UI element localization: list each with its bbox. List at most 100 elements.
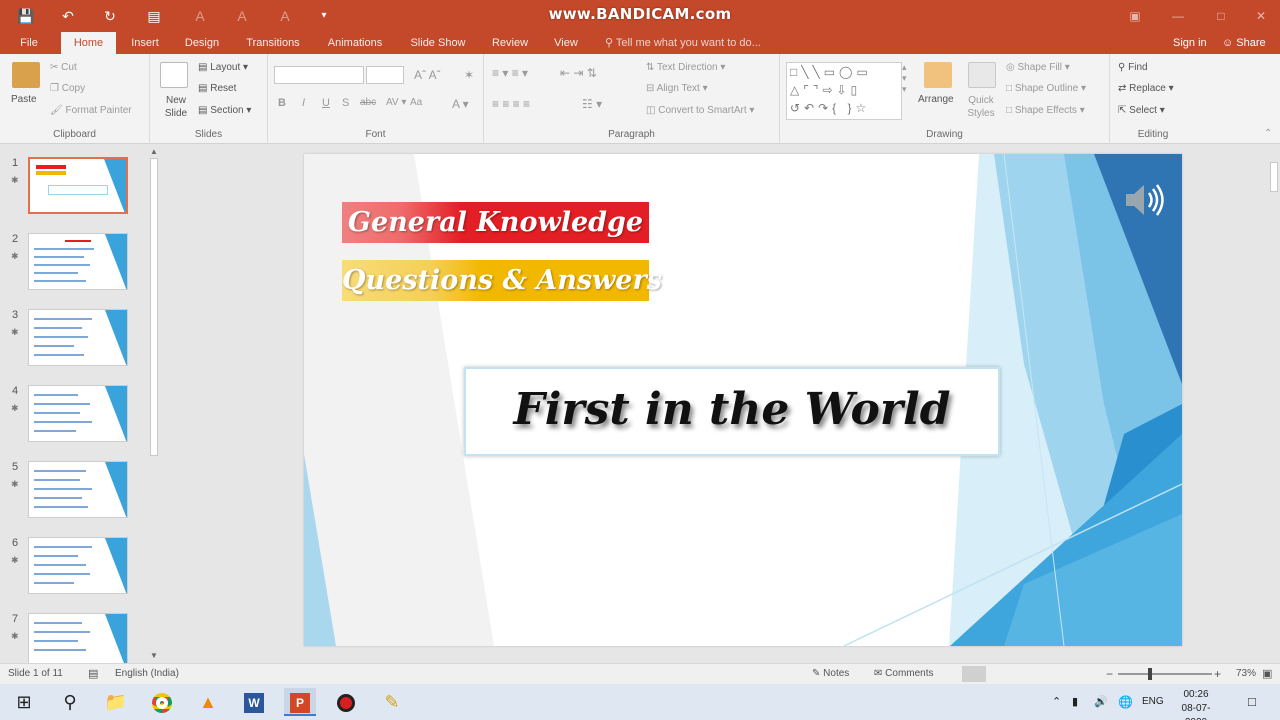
zoom-slider[interactable] xyxy=(1118,673,1212,675)
slide-thumbnail[interactable] xyxy=(28,537,128,594)
general-knowledge-banner[interactable]: General Knowledge xyxy=(342,202,649,243)
slide-thumbnail[interactable] xyxy=(28,233,128,290)
comments-button[interactable]: ✉ Comments xyxy=(874,664,934,684)
change-case-button[interactable]: Aa xyxy=(410,97,422,108)
undo-icon[interactable]: ↶ xyxy=(58,6,78,26)
shape-effects-button[interactable]: □ Shape Effects ▾ xyxy=(1006,105,1085,116)
cut-button[interactable]: ✂ Cut xyxy=(50,62,77,73)
shape-outline-button[interactable]: □ Shape Outline ▾ xyxy=(1006,83,1086,94)
align-text-button[interactable]: ⊟ Align Text ▾ xyxy=(646,83,708,94)
tab-review[interactable]: Review xyxy=(486,32,534,54)
italic-button[interactable]: I xyxy=(302,97,305,109)
battery-icon[interactable]: ▮ xyxy=(1072,684,1078,720)
fit-slide-icon[interactable]: ▣ xyxy=(1262,664,1272,684)
notes-button[interactable]: ✎ Notes xyxy=(812,664,849,684)
quick-styles-icon[interactable] xyxy=(968,62,996,88)
tab-slideshow[interactable]: Slide Show xyxy=(404,32,472,54)
bandicam-icon[interactable] xyxy=(330,688,362,716)
windows-start-icon[interactable]: ⊞ xyxy=(8,688,40,716)
tray-chevron-icon[interactable]: ⌃ xyxy=(1052,684,1061,720)
normal-view-button[interactable] xyxy=(962,666,986,682)
bold-button[interactable]: B xyxy=(278,97,286,109)
font-name-input[interactable] xyxy=(274,66,364,84)
slide-thumbnail[interactable] xyxy=(28,385,128,442)
share-button[interactable]: ☺ Share xyxy=(1222,32,1266,54)
vlc-icon[interactable]: ▲ xyxy=(192,688,224,716)
tab-view[interactable]: View xyxy=(546,32,586,54)
shapes-gallery[interactable]: □╲╲▭◯▭ △⌜⌝⇨⇩▯ ↺↶↷{ }☆ xyxy=(786,62,902,120)
scroll-down-icon[interactable]: ▼ xyxy=(148,650,160,662)
tool-icon[interactable]: ✎ xyxy=(376,688,408,716)
volume-icon[interactable]: 🔊 xyxy=(1094,684,1108,720)
collapse-ribbon-icon[interactable]: ⌃ xyxy=(1264,128,1272,139)
format-painter-button[interactable]: 🖌 Format Painter xyxy=(50,105,132,116)
new-slide-button[interactable]: New Slide xyxy=(160,94,192,120)
new-slide-icon[interactable] xyxy=(160,62,188,88)
tab-insert[interactable]: Insert xyxy=(124,32,166,54)
powerpoint-icon[interactable]: P xyxy=(284,688,316,716)
spacing-button[interactable]: AV ▾ xyxy=(386,97,406,108)
slide-thumbnail[interactable] xyxy=(28,613,128,663)
ribbon-display-icon[interactable]: ▣ xyxy=(1122,6,1148,26)
layout-button[interactable]: ▤ Layout ▾ xyxy=(198,62,248,73)
quick-styles-button[interactable]: Quick Styles xyxy=(962,94,1000,120)
language-tray[interactable]: ENG xyxy=(1142,684,1164,720)
chrome-icon[interactable] xyxy=(146,688,178,716)
align-icons[interactable]: ≡ ≡ ≡ ≡ xyxy=(492,97,530,111)
slide-thumbnail[interactable] xyxy=(28,461,128,518)
word-icon[interactable]: W xyxy=(238,688,270,716)
arrange-button[interactable]: Arrange xyxy=(918,94,954,105)
tab-file[interactable]: File xyxy=(12,32,46,54)
tab-home[interactable]: Home xyxy=(61,32,116,54)
zoom-level[interactable]: 73% xyxy=(1236,664,1256,684)
zoom-in-button[interactable]: + xyxy=(1214,664,1221,684)
notifications-icon[interactable]: □ xyxy=(1248,684,1256,720)
slide-thumbnail[interactable] xyxy=(28,309,128,366)
spellcheck-icon[interactable]: ▤ xyxy=(88,664,98,684)
search-icon[interactable]: ⚲ xyxy=(54,688,86,716)
reading-view-button[interactable] xyxy=(1036,666,1060,682)
copy-button[interactable]: ❐ Copy xyxy=(50,83,85,94)
present-icon[interactable]: ▤ xyxy=(144,6,164,26)
paste-icon[interactable] xyxy=(12,62,40,88)
customize-icon[interactable]: ▾ xyxy=(314,6,334,26)
maximize-icon[interactable]: □ xyxy=(1208,6,1234,26)
shadow-button[interactable]: S xyxy=(342,97,349,109)
language-indicator[interactable]: English (India) xyxy=(115,664,179,684)
slide-canvas[interactable]: General Knowledge Questions & Answers Fi… xyxy=(304,154,1182,646)
shape-fill-button[interactable]: ◎ Shape Fill ▾ xyxy=(1006,62,1070,73)
slide-thumbnail[interactable] xyxy=(28,157,128,214)
replace-button[interactable]: ⇄ Replace ▾ xyxy=(1118,83,1174,94)
font-color-button[interactable]: A ▾ xyxy=(452,97,469,111)
questions-answers-banner[interactable]: Questions & Answers xyxy=(342,260,662,301)
slide-scroll-thumb[interactable] xyxy=(1270,162,1278,192)
speaker-icon[interactable] xyxy=(1124,180,1168,220)
tab-design[interactable]: Design xyxy=(178,32,226,54)
network-icon[interactable]: 🌐 xyxy=(1118,684,1133,720)
clock[interactable]: 00:26 08-07-2020 xyxy=(1172,684,1220,720)
find-button[interactable]: ⚲ Find xyxy=(1118,62,1148,73)
arrange-icon[interactable] xyxy=(924,62,952,88)
paste-button[interactable]: Paste xyxy=(11,94,37,105)
minimize-icon[interactable]: — xyxy=(1165,6,1191,26)
tell-me-input[interactable]: ⚲ Tell me what you want to do... xyxy=(605,32,761,54)
clear-format-icon[interactable]: ✶ xyxy=(464,68,474,82)
sign-in-link[interactable]: Sign in xyxy=(1173,32,1207,54)
slide-sorter-button[interactable] xyxy=(1000,666,1024,682)
columns-icon[interactable]: ☷ ▾ xyxy=(582,97,602,111)
close-icon[interactable]: ✕ xyxy=(1248,6,1274,26)
redo-icon[interactable]: ↻ xyxy=(100,6,120,26)
tab-animations[interactable]: Animations xyxy=(320,32,390,54)
text-direction-button[interactable]: ⇅ Text Direction ▾ xyxy=(646,62,725,73)
save-icon[interactable]: 💾 xyxy=(16,6,36,26)
scroll-up-icon[interactable]: ▲ xyxy=(148,146,160,158)
zoom-out-button[interactable]: − xyxy=(1106,664,1113,684)
font-size-input[interactable] xyxy=(366,66,404,84)
smartart-button[interactable]: ◫ Convert to SmartArt ▾ xyxy=(646,105,754,116)
section-button[interactable]: ▤ Section ▾ xyxy=(198,105,251,116)
thumbnail-scroll-thumb[interactable] xyxy=(150,158,158,456)
reset-button[interactable]: ▤ Reset xyxy=(198,83,236,94)
file-explorer-icon[interactable]: 📁 xyxy=(100,688,132,716)
shapes-more-icon[interactable]: ▴ ▾ ▾ xyxy=(902,62,907,95)
underline-button[interactable]: U xyxy=(322,97,330,109)
